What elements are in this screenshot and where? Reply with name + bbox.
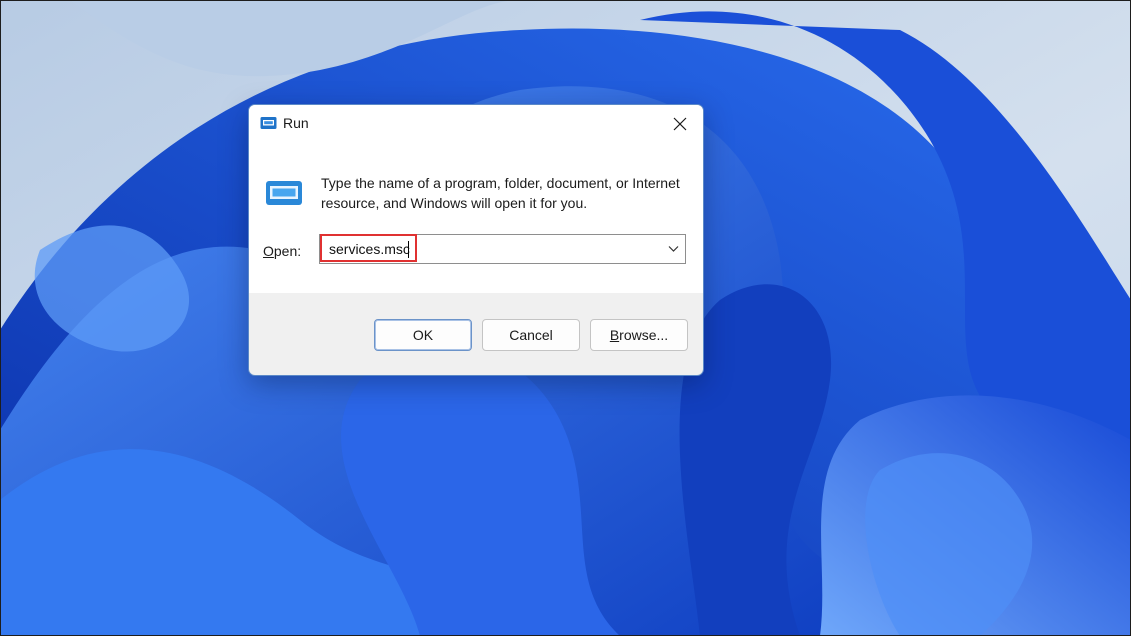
title-bar[interactable]: Run [249, 105, 703, 143]
open-label-rest: pen: [273, 243, 302, 259]
dialog-title: Run [283, 115, 309, 131]
browse-button[interactable]: Browse... [590, 319, 688, 351]
run-program-icon [266, 181, 302, 205]
open-label: Open: [263, 243, 301, 259]
ok-button[interactable]: OK [374, 319, 472, 351]
open-label-mnemonic: O [263, 243, 274, 259]
text-caret [408, 241, 409, 258]
run-dialog: Run Type the name of a program, folder, … [248, 104, 704, 376]
browse-mnemonic: B [609, 327, 620, 343]
run-app-icon [260, 117, 277, 129]
chevron-down-icon[interactable] [668, 245, 679, 253]
open-combobox[interactable]: services.msc [319, 234, 686, 264]
dialog-description: Type the name of a program, folder, docu… [321, 175, 680, 211]
browse-label-rest: rowse... [619, 327, 669, 343]
cancel-button[interactable]: Cancel [482, 319, 580, 351]
dialog-body: Type the name of a program, folder, docu… [249, 143, 703, 293]
close-icon [673, 117, 687, 131]
close-button[interactable] [657, 105, 703, 143]
open-input[interactable]: services.msc [329, 241, 410, 257]
